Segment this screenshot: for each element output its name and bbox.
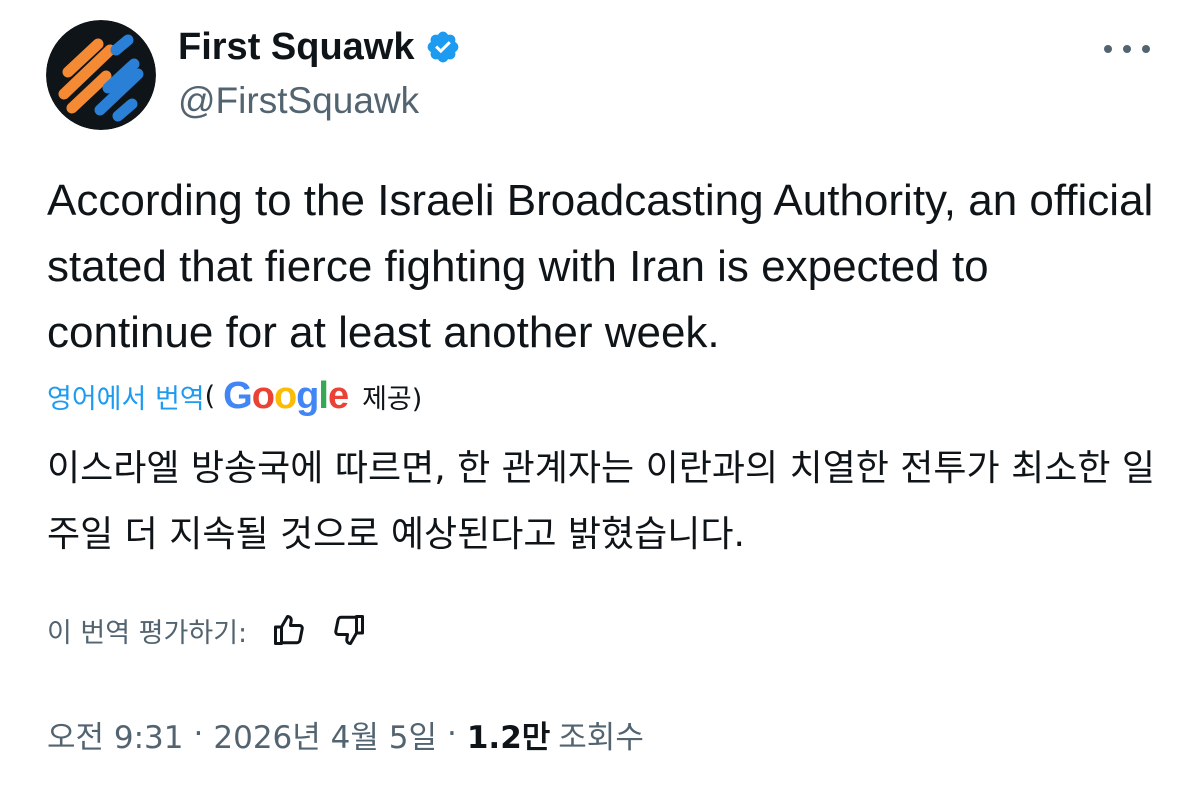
verified-badge-icon[interactable] bbox=[425, 29, 461, 65]
avatar[interactable] bbox=[46, 20, 156, 130]
tweet-time[interactable]: 오전 9:31 bbox=[47, 712, 184, 757]
thumbs-up-icon bbox=[274, 615, 304, 645]
author-display-name[interactable]: First Squawk bbox=[178, 26, 415, 69]
translated-from-link[interactable]: 영어에서 번역 bbox=[47, 377, 205, 416]
google-letter: g bbox=[296, 374, 319, 417]
view-count: 1.2만 bbox=[466, 719, 551, 756]
more-dots-icon bbox=[1104, 45, 1112, 53]
tweet-text: According to the Israeli Broadcasting Au… bbox=[47, 176, 1154, 357]
open-paren: ( bbox=[204, 380, 216, 412]
more-dots-icon bbox=[1142, 45, 1150, 53]
meta-separator: · bbox=[446, 716, 457, 752]
thumbs-down-button[interactable] bbox=[331, 612, 367, 648]
meta-separator: · bbox=[193, 716, 204, 752]
translation-attribution: 영어에서 번역 ( Google 제공) bbox=[47, 374, 422, 418]
tweet-date[interactable]: 2026년 4월 5일 bbox=[213, 712, 437, 757]
google-letter: G bbox=[223, 374, 253, 417]
google-letter: e bbox=[327, 374, 349, 417]
translated-text: 이스라엘 방송국에 따르면, 한 관계자는 이란과의 치열한 전투가 최소한 일… bbox=[47, 448, 1156, 555]
google-letter: o bbox=[273, 374, 297, 417]
thumbs-up-button[interactable] bbox=[271, 612, 307, 648]
first-squawk-logo-icon bbox=[46, 20, 156, 130]
more-options-button[interactable] bbox=[1104, 34, 1150, 64]
author-name-row: First Squawk bbox=[178, 22, 461, 72]
rate-translation-label: 이 번역 평가하기: bbox=[47, 617, 248, 649]
thumbs-down-icon bbox=[334, 615, 365, 645]
tweet-meta: 오전 9:31 · 2026년 4월 5일 · 1.2만 조회수 bbox=[47, 710, 644, 758]
google-letter: l bbox=[318, 374, 329, 417]
author-handle[interactable]: @FirstSquawk bbox=[178, 80, 419, 122]
rate-translation-row: 이 번역 평가하기: bbox=[47, 608, 367, 652]
google-letter: o bbox=[251, 374, 275, 417]
google-logo: Google bbox=[223, 374, 349, 418]
provided-by-label: 제공) bbox=[362, 383, 423, 415]
view-count-label: 조회수 bbox=[558, 719, 644, 756]
more-dots-icon bbox=[1123, 45, 1131, 53]
